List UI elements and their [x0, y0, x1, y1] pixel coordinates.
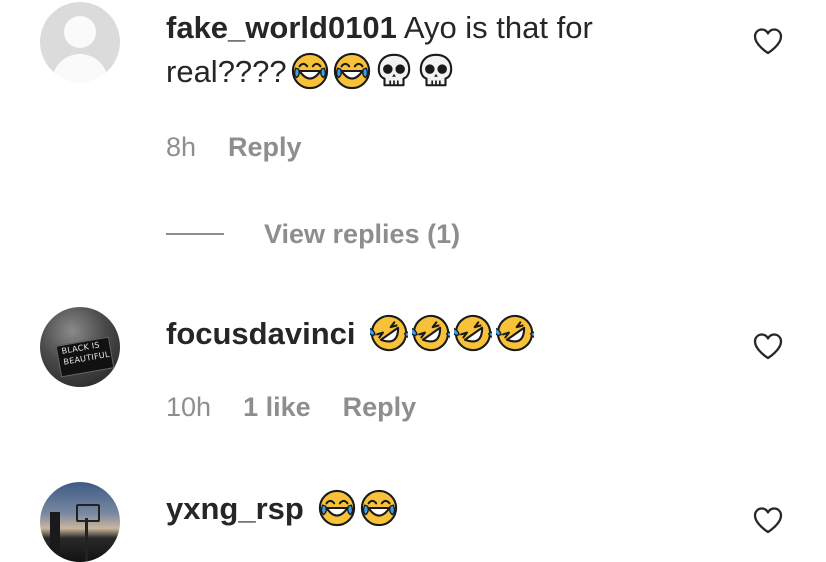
comment-timestamp[interactable]: 10h	[166, 391, 211, 423]
avatar[interactable]: BLACK IS BEAUTIFUL	[40, 307, 120, 387]
avatar-photo-shape	[76, 504, 100, 522]
heart-outline-icon[interactable]	[752, 331, 784, 361]
heart-outline-icon[interactable]	[752, 26, 784, 56]
comment-text: real????	[166, 54, 287, 89]
skull-emoji	[417, 52, 455, 90]
comment-username[interactable]: fake_world0101	[166, 10, 397, 45]
avatar[interactable]	[40, 482, 120, 562]
joy-emoji	[318, 489, 356, 527]
comment-timestamp[interactable]: 8h	[166, 131, 196, 163]
comment-meta: 10h 1 like Reply	[166, 391, 416, 423]
comment-body: focusdavinci	[166, 312, 534, 356]
rofl-emoji	[454, 314, 492, 352]
joy-emoji	[291, 52, 329, 90]
comment-likes[interactable]: 1 like	[243, 391, 311, 423]
skull-emoji	[375, 52, 413, 90]
comment-text: Ayo is that for	[396, 10, 593, 45]
comment-meta: 8h Reply	[166, 131, 302, 163]
joy-emoji	[360, 489, 398, 527]
view-replies-label: View replies (1)	[264, 218, 461, 249]
comment-username[interactable]: focusdavinci	[166, 316, 356, 351]
rofl-emoji	[496, 314, 534, 352]
reply-button[interactable]: Reply	[343, 391, 417, 423]
avatar-sign: BLACK IS BEAUTIFUL	[55, 336, 115, 378]
comment-body: fake_world0101 Ayo is that for real????	[166, 6, 593, 94]
avatar[interactable]	[40, 2, 120, 82]
avatar-photo-shape	[50, 512, 60, 562]
comment-body: yxng_rsp	[166, 487, 398, 531]
avatar-shoulders-shape	[52, 54, 108, 82]
avatar-photo-shape	[85, 518, 88, 562]
joy-emoji	[333, 52, 371, 90]
heart-outline-icon[interactable]	[752, 505, 784, 535]
view-replies-divider	[166, 233, 224, 235]
rofl-emoji	[370, 314, 408, 352]
reply-button[interactable]: Reply	[228, 131, 302, 163]
avatar-head-shape	[64, 16, 96, 48]
view-replies-button[interactable]: View replies (1)	[166, 214, 460, 254]
rofl-emoji	[412, 314, 450, 352]
comment-username[interactable]: yxng_rsp	[166, 491, 304, 526]
